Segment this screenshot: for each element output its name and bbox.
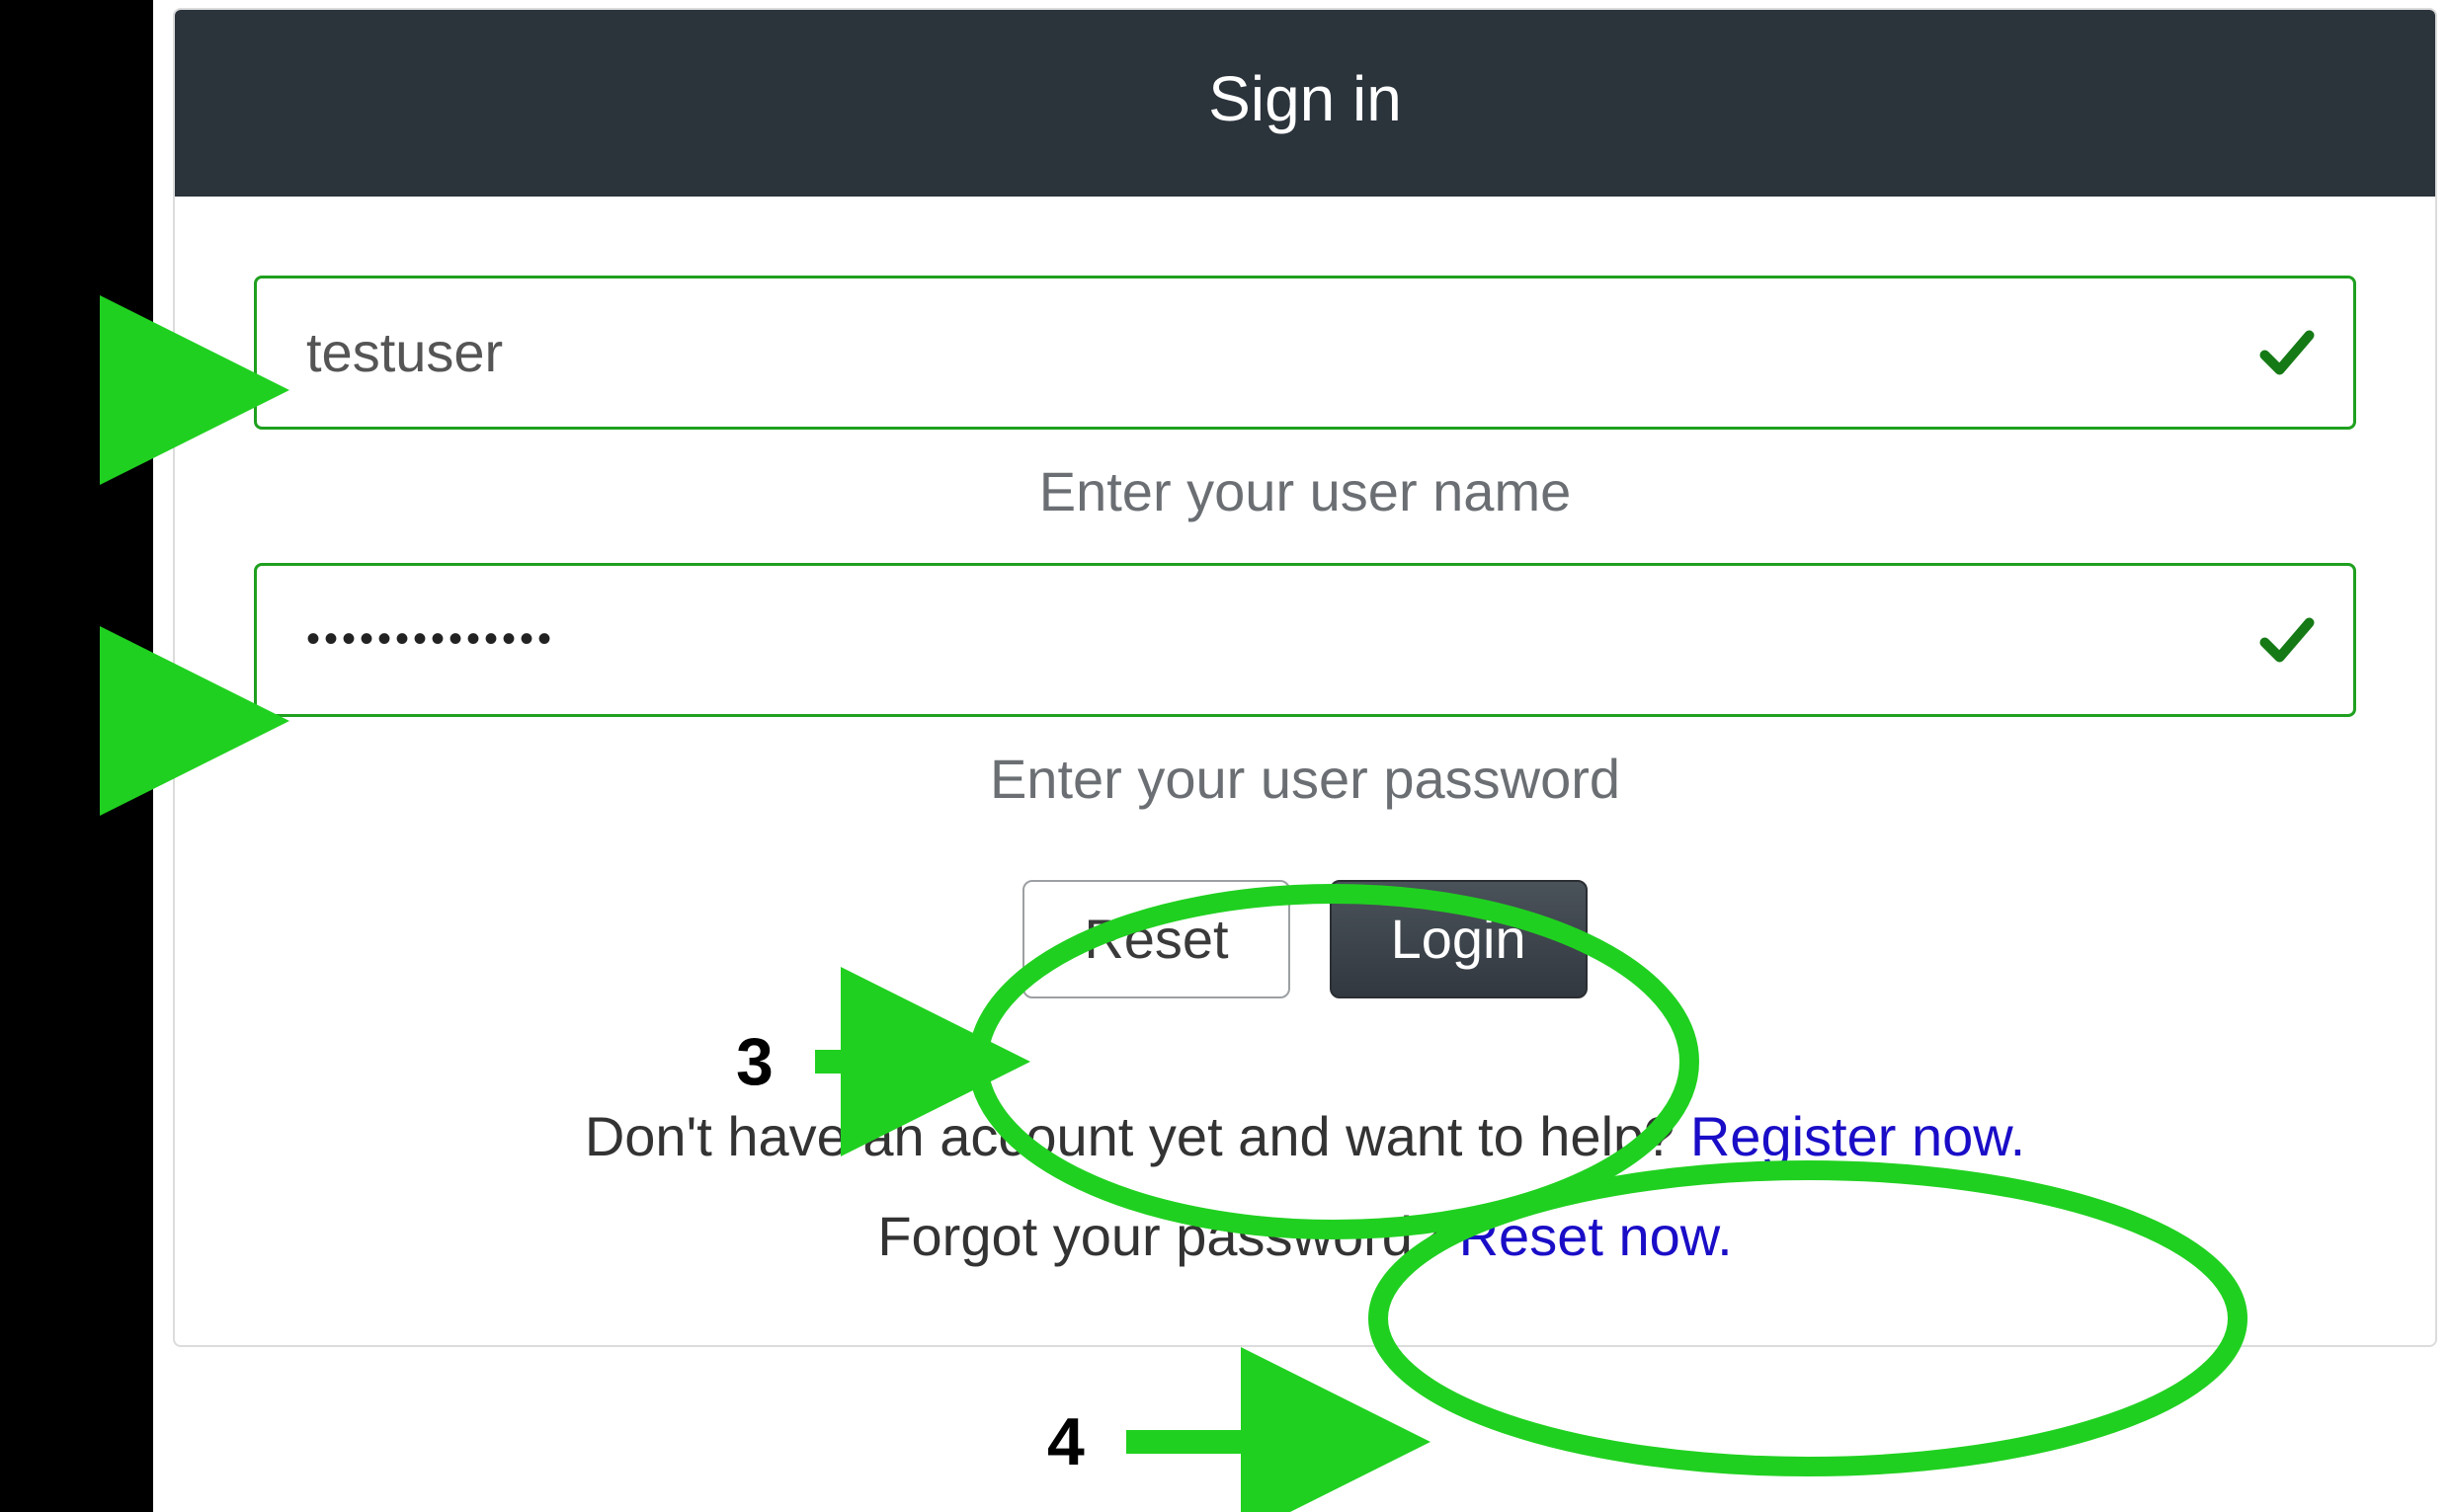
check-icon [2257, 323, 2317, 382]
register-line: Don't have an account yet and want to he… [254, 1087, 2356, 1187]
left-black-strip [0, 0, 153, 1512]
login-button[interactable]: Login [1330, 880, 1588, 998]
reset-button[interactable]: Reset [1022, 880, 1289, 998]
username-field-wrap [254, 276, 2356, 430]
reset-now-link[interactable]: Reset now. [1459, 1205, 1733, 1267]
panel-title: Sign in [175, 10, 2435, 197]
password-field-wrap [254, 563, 2356, 717]
annotation-label-4: 4 [1047, 1404, 1085, 1479]
button-row: Reset Login [254, 880, 2356, 998]
check-icon [2257, 610, 2317, 670]
password-help-text: Enter your user password [254, 747, 2356, 811]
username-input[interactable] [254, 276, 2356, 430]
username-help-text: Enter your user name [254, 459, 2356, 523]
password-input[interactable] [254, 563, 2356, 717]
forgot-line: Forgot your password? Reset now. [254, 1187, 2356, 1287]
forgot-text: Forgot your password? [877, 1205, 1458, 1267]
register-text: Don't have an account yet and want to he… [585, 1105, 1690, 1167]
panel-body: Enter your user name Enter your user pas… [175, 197, 2435, 1346]
register-link[interactable]: Register now. [1690, 1105, 2025, 1167]
links-block: Don't have an account yet and want to he… [254, 1087, 2356, 1287]
signin-panel: Sign in Enter your user name Enter your … [173, 8, 2437, 1347]
